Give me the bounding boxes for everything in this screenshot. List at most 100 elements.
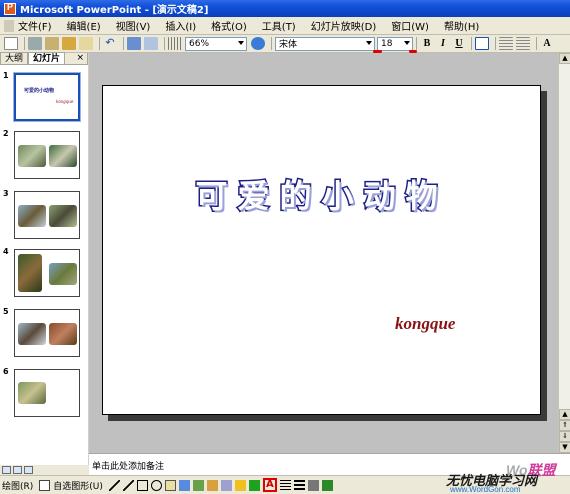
oval-icon[interactable] bbox=[150, 479, 162, 491]
animal-photo bbox=[49, 205, 77, 227]
normal-view-icon[interactable] bbox=[2, 466, 11, 474]
draw-menu-button[interactable]: 绘图(R) bbox=[2, 479, 33, 492]
previous-slide-icon[interactable]: ⇑ bbox=[559, 420, 570, 431]
clipart-icon[interactable] bbox=[206, 479, 218, 491]
toolbar-separator bbox=[123, 37, 124, 50]
slide-thumbnail-row[interactable]: 6 bbox=[0, 367, 88, 417]
slide-thumbnail-6[interactable] bbox=[14, 369, 80, 417]
menu-slideshow[interactable]: 幻灯片放映(D) bbox=[311, 18, 377, 33]
slide-thumbnail-row[interactable]: 4 bbox=[0, 247, 88, 297]
slide-thumbnail-2[interactable] bbox=[14, 131, 80, 179]
line-style-icon[interactable] bbox=[279, 479, 291, 491]
toolbar-separator bbox=[99, 37, 100, 50]
slide-thumbnail-row[interactable]: 1 可爱的小动物 kongque bbox=[0, 71, 88, 122]
notes-placeholder[interactable]: 单击此处添加备注 bbox=[92, 459, 164, 472]
wordart-icon[interactable] bbox=[178, 479, 190, 491]
font-size-combo[interactable]: 18 bbox=[377, 36, 413, 51]
slide-subtitle[interactable]: kongque bbox=[395, 314, 455, 334]
slide-sorter-icon[interactable] bbox=[13, 466, 22, 474]
grow-font-button[interactable]: A bbox=[540, 37, 554, 51]
menu-view[interactable]: 视图(V) bbox=[116, 18, 151, 33]
slide-number: 5 bbox=[3, 307, 9, 316]
text-box-icon[interactable] bbox=[164, 479, 176, 491]
arrow-icon[interactable] bbox=[122, 479, 134, 491]
grid-icon[interactable] bbox=[168, 37, 182, 50]
tab-outline[interactable]: 大纲 bbox=[0, 52, 29, 64]
autoshapes-button[interactable]: 自选图形(U) bbox=[53, 479, 103, 492]
scroll-up-icon[interactable]: ▲ bbox=[559, 409, 570, 420]
font-combo[interactable]: 宋体 bbox=[275, 36, 375, 51]
slide-thumbnail-row[interactable]: 3 bbox=[0, 189, 88, 239]
line-icon[interactable] bbox=[108, 479, 120, 491]
zoom-combo[interactable]: 66% bbox=[185, 36, 247, 51]
slide-thumbnail-1[interactable]: 可爱的小动物 kongque bbox=[13, 72, 81, 122]
menu-format[interactable]: 格式(O) bbox=[211, 18, 247, 33]
undo-icon[interactable]: ↶ bbox=[103, 37, 117, 50]
menu-help[interactable]: 帮助(H) bbox=[444, 18, 479, 33]
next-slide-icon[interactable]: ⇓ bbox=[559, 431, 570, 442]
bullets-icon[interactable] bbox=[516, 37, 530, 50]
slide-thumbnail-3[interactable] bbox=[14, 191, 80, 239]
print-icon[interactable] bbox=[28, 37, 42, 50]
numbering-icon[interactable] bbox=[499, 37, 513, 50]
view-buttons bbox=[0, 465, 89, 475]
italic-button[interactable]: I bbox=[436, 37, 450, 51]
font-color-icon[interactable]: A bbox=[262, 478, 277, 492]
shadow-style-icon[interactable] bbox=[321, 479, 333, 491]
slide-editing-area: 可爱的小动物 kongque bbox=[89, 53, 558, 453]
insert-chart-icon[interactable] bbox=[144, 37, 158, 50]
slide-title[interactable]: 可爱的小动物 bbox=[103, 171, 540, 217]
slide-number: 2 bbox=[3, 129, 9, 138]
picture-icon[interactable] bbox=[220, 479, 232, 491]
animal-photo bbox=[49, 145, 77, 167]
menu-window[interactable]: 窗口(W) bbox=[391, 18, 429, 33]
tab-slides[interactable]: 幻灯片 bbox=[28, 52, 66, 64]
new-document-icon[interactable] bbox=[4, 37, 18, 50]
zoom-value: 66% bbox=[189, 38, 210, 49]
scroll-down-icon[interactable]: ▼ bbox=[559, 442, 570, 453]
animal-photo bbox=[18, 382, 46, 404]
paste-icon[interactable] bbox=[62, 37, 76, 50]
slide-thumbnail-5[interactable] bbox=[14, 309, 80, 357]
slide-thumbnails: 1 可爱的小动物 kongque 2 3 4 5 6 bbox=[0, 65, 88, 465]
chevron-down-icon bbox=[238, 40, 244, 45]
diagram-icon[interactable] bbox=[192, 479, 204, 491]
chevron-down-icon bbox=[404, 40, 410, 45]
format-painter-icon[interactable] bbox=[79, 37, 93, 50]
slideshow-icon[interactable] bbox=[24, 466, 33, 474]
thumb-title: 可爱的小动物 bbox=[24, 88, 55, 94]
animal-photo bbox=[49, 263, 77, 285]
underline-button[interactable]: U bbox=[452, 37, 466, 51]
arrow-style-icon[interactable] bbox=[307, 479, 319, 491]
slide-thumbnail-4[interactable] bbox=[14, 249, 80, 297]
thumb-subtitle: kongque bbox=[56, 99, 74, 104]
vertical-scrollbar[interactable]: ▲ ▲ ⇑ ⇓ ▼ bbox=[558, 53, 570, 453]
current-slide[interactable]: 可爱的小动物 kongque bbox=[102, 85, 541, 415]
copy-icon[interactable] bbox=[45, 37, 59, 50]
animal-photo bbox=[18, 205, 46, 227]
fill-color-icon[interactable] bbox=[234, 479, 246, 491]
menu-tools[interactable]: 工具(T) bbox=[262, 18, 296, 33]
scroll-up-icon[interactable]: ▲ bbox=[559, 53, 570, 64]
line-color-icon[interactable] bbox=[248, 479, 260, 491]
close-icon[interactable]: × bbox=[76, 53, 84, 63]
insert-table-icon[interactable] bbox=[127, 37, 141, 50]
toolbar-separator bbox=[271, 37, 272, 50]
toolbar-separator bbox=[164, 37, 165, 50]
align-left-icon[interactable] bbox=[475, 37, 489, 50]
menu-edit[interactable]: 编辑(E) bbox=[67, 18, 101, 33]
slide-thumbnail-row[interactable]: 5 bbox=[0, 307, 88, 357]
menu-grip[interactable] bbox=[4, 19, 14, 32]
select-pointer-icon[interactable] bbox=[39, 479, 51, 491]
window-title: Microsoft PowerPoint - [演示文稿2] bbox=[20, 5, 209, 16]
animal-photo bbox=[49, 323, 77, 345]
menu-file[interactable]: 文件(F) bbox=[18, 18, 52, 33]
animal-photo bbox=[18, 254, 42, 292]
rectangle-icon[interactable] bbox=[136, 479, 148, 491]
menu-insert[interactable]: 插入(I) bbox=[165, 18, 196, 33]
bold-button[interactable]: B bbox=[420, 37, 434, 51]
pane-tabs: 大纲 幻灯片 × bbox=[0, 52, 87, 65]
slide-thumbnail-row[interactable]: 2 bbox=[0, 129, 88, 179]
dash-style-icon[interactable] bbox=[293, 479, 305, 491]
help-icon[interactable] bbox=[251, 37, 265, 50]
